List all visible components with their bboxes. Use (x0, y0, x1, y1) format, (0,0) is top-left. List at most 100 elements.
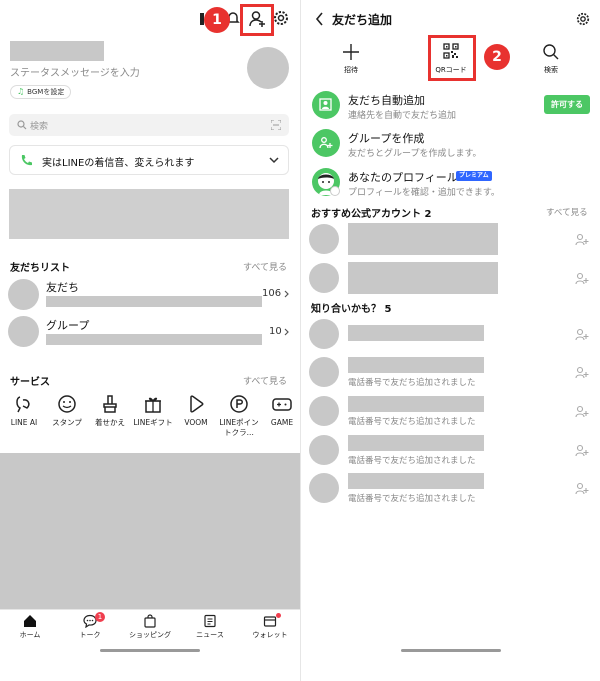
home-icon (24, 615, 36, 627)
voom-icon (190, 395, 204, 413)
auto-add-subtitle: 連絡先を自動で友だち追加 (348, 111, 457, 121)
step-badge-1: 1 (204, 7, 230, 33)
services-title: サービス (10, 377, 50, 388)
service-voom[interactable]: VOOM (176, 394, 216, 428)
groups-count: 10 (269, 326, 282, 337)
suggested-friend-row[interactable]: 電話番号で友だち追加されました (301, 395, 600, 429)
sticker-icon (58, 395, 76, 413)
nav-news[interactable]: ニュース (180, 614, 240, 640)
friend-name-redacted (348, 325, 484, 341)
service-line-ai[interactable]: LINE AI (4, 394, 44, 428)
service-sticker[interactable]: スタンプ (47, 394, 87, 428)
my-profile-subtitle: プロフィールを確認・追加できます。 (348, 188, 500, 198)
game-icon (272, 398, 292, 411)
service-label: LINE AI (10, 418, 38, 427)
ringtone-banner[interactable]: 実はLINEの着信音、変えられます (9, 145, 289, 175)
profile-avatar[interactable] (247, 47, 289, 89)
search-bar[interactable]: 検索 (9, 114, 289, 136)
service-game[interactable]: GAME (262, 394, 300, 428)
account-name-redacted (348, 262, 498, 294)
my-profile-row[interactable]: あなたのプロフィール プレミアム プロフィールを確認・追加できます。 (301, 166, 600, 200)
ad-banner-redacted[interactable] (9, 189, 289, 239)
music-note-icon: ♫ (17, 87, 25, 96)
bgm-button[interactable]: ♫ BGMを設定 (10, 85, 72, 99)
add-friends-screen: 友だち追加 招待 QRコード 2 検索 友だち自動追加 連絡先を自動で友だち追加… (300, 0, 600, 681)
friend-avatar (309, 473, 339, 503)
nav-label: ショッピング (129, 631, 171, 639)
my-profile-title: あなたのプロフィール (348, 171, 458, 184)
back-arrow-icon[interactable] (315, 12, 324, 26)
friend-avatar (309, 357, 339, 387)
friend-name-redacted (348, 357, 484, 373)
friends-see-all-link[interactable]: すべて見る (243, 260, 287, 273)
add-friend-icon[interactable] (575, 405, 589, 418)
add-friend-icon[interactable] (575, 233, 589, 246)
bottom-nav-divider (0, 609, 300, 610)
settings-gear-icon[interactable] (273, 10, 289, 26)
add-friend-icon[interactable] (575, 482, 589, 495)
invite-button[interactable]: 招待 (331, 43, 371, 75)
friend-avatar (309, 435, 339, 465)
recommended-account-row[interactable] (301, 222, 600, 256)
profile-name-redacted (10, 41, 104, 61)
service-points[interactable]: LINEポイントクラ... (219, 394, 259, 438)
search-label: 検索 (544, 66, 558, 74)
services-see-all-link[interactable]: すべて見る (243, 374, 287, 387)
suggested-friend-row[interactable]: 電話番号で友だち追加されました (301, 472, 600, 506)
service-theme[interactable]: 着せかえ (90, 394, 130, 428)
account-name-redacted (348, 223, 498, 255)
suggested-friend-row[interactable]: 電話番号で友だち追加されました (301, 356, 600, 390)
status-message-input[interactable]: ステータスメッセージを入力 (10, 64, 140, 79)
settings-gear-icon[interactable] (576, 12, 590, 26)
recommended-account-row[interactable] (301, 261, 600, 295)
scan-icon[interactable] (271, 120, 281, 130)
create-group-icon (312, 129, 340, 157)
add-friend-icon[interactable] (575, 328, 589, 341)
phone-added-note: 電話番号で友だち追加されました (348, 494, 476, 504)
suggested-friend-row[interactable]: 電話番号で友だち追加されました (301, 434, 600, 468)
friend-name-redacted (348, 396, 484, 412)
suggested-friend-row[interactable] (301, 318, 600, 352)
bgm-label: BGMを設定 (27, 88, 65, 96)
content-area-redacted (0, 453, 300, 609)
phone-added-note: 電話番号で友だち追加されました (348, 378, 476, 388)
create-group-row[interactable]: グループを作成 友だちとグループを作成します。 (301, 127, 600, 161)
search-button[interactable]: 検索 (531, 43, 571, 75)
annotation-highlight-qr-code (428, 35, 476, 81)
service-label: LINEギフト (133, 418, 173, 427)
ringtone-banner-text: 実はLINEの着信音、変えられます (42, 158, 195, 169)
service-gift[interactable]: LINEギフト (133, 394, 173, 428)
add-friend-icon[interactable] (575, 366, 589, 379)
recommended-see-all-link[interactable]: すべて見る (546, 206, 588, 218)
chevron-right-icon (284, 328, 289, 336)
service-label: LINEポイントクラ... (219, 418, 259, 437)
chevron-down-icon[interactable] (269, 156, 279, 164)
phone-icon (21, 155, 32, 166)
unread-badge: 1 (95, 612, 105, 622)
friends-count: 106 (262, 288, 282, 299)
gift-icon (145, 397, 161, 413)
nav-label: ホーム (19, 631, 41, 639)
allow-button[interactable]: 許可する (544, 95, 590, 114)
nav-talk[interactable]: トーク 1 (60, 612, 120, 640)
account-avatar (309, 224, 339, 254)
service-label: 着せかえ (95, 418, 125, 427)
nav-label: ニュース (196, 631, 224, 639)
account-avatar (309, 263, 339, 293)
friend-avatar (309, 396, 339, 426)
add-friend-icon[interactable] (575, 272, 589, 285)
nav-home[interactable]: ホーム (0, 614, 60, 640)
friends-row[interactable]: 友だち 106 (0, 276, 300, 310)
groups-preview-redacted (46, 334, 262, 345)
service-label: スタンプ (52, 418, 82, 427)
add-friend-icon[interactable] (575, 444, 589, 457)
groups-row[interactable]: グループ 10 (0, 313, 300, 347)
home-screen: 1 ステータスメッセージを入力 ♫ BGMを設定 検索 実はLINEの着信音、変え… (0, 0, 300, 681)
auto-add-row[interactable]: 友だち自動追加 連絡先を自動で友だち追加 許可する (301, 89, 600, 123)
nav-shopping[interactable]: ショッピング (120, 614, 180, 640)
step-badge-2: 2 (484, 44, 510, 70)
nav-wallet[interactable]: ウォレット (240, 613, 300, 640)
wallet-icon (263, 616, 277, 627)
friends-label: 友だち (46, 281, 79, 294)
news-icon (204, 614, 216, 628)
